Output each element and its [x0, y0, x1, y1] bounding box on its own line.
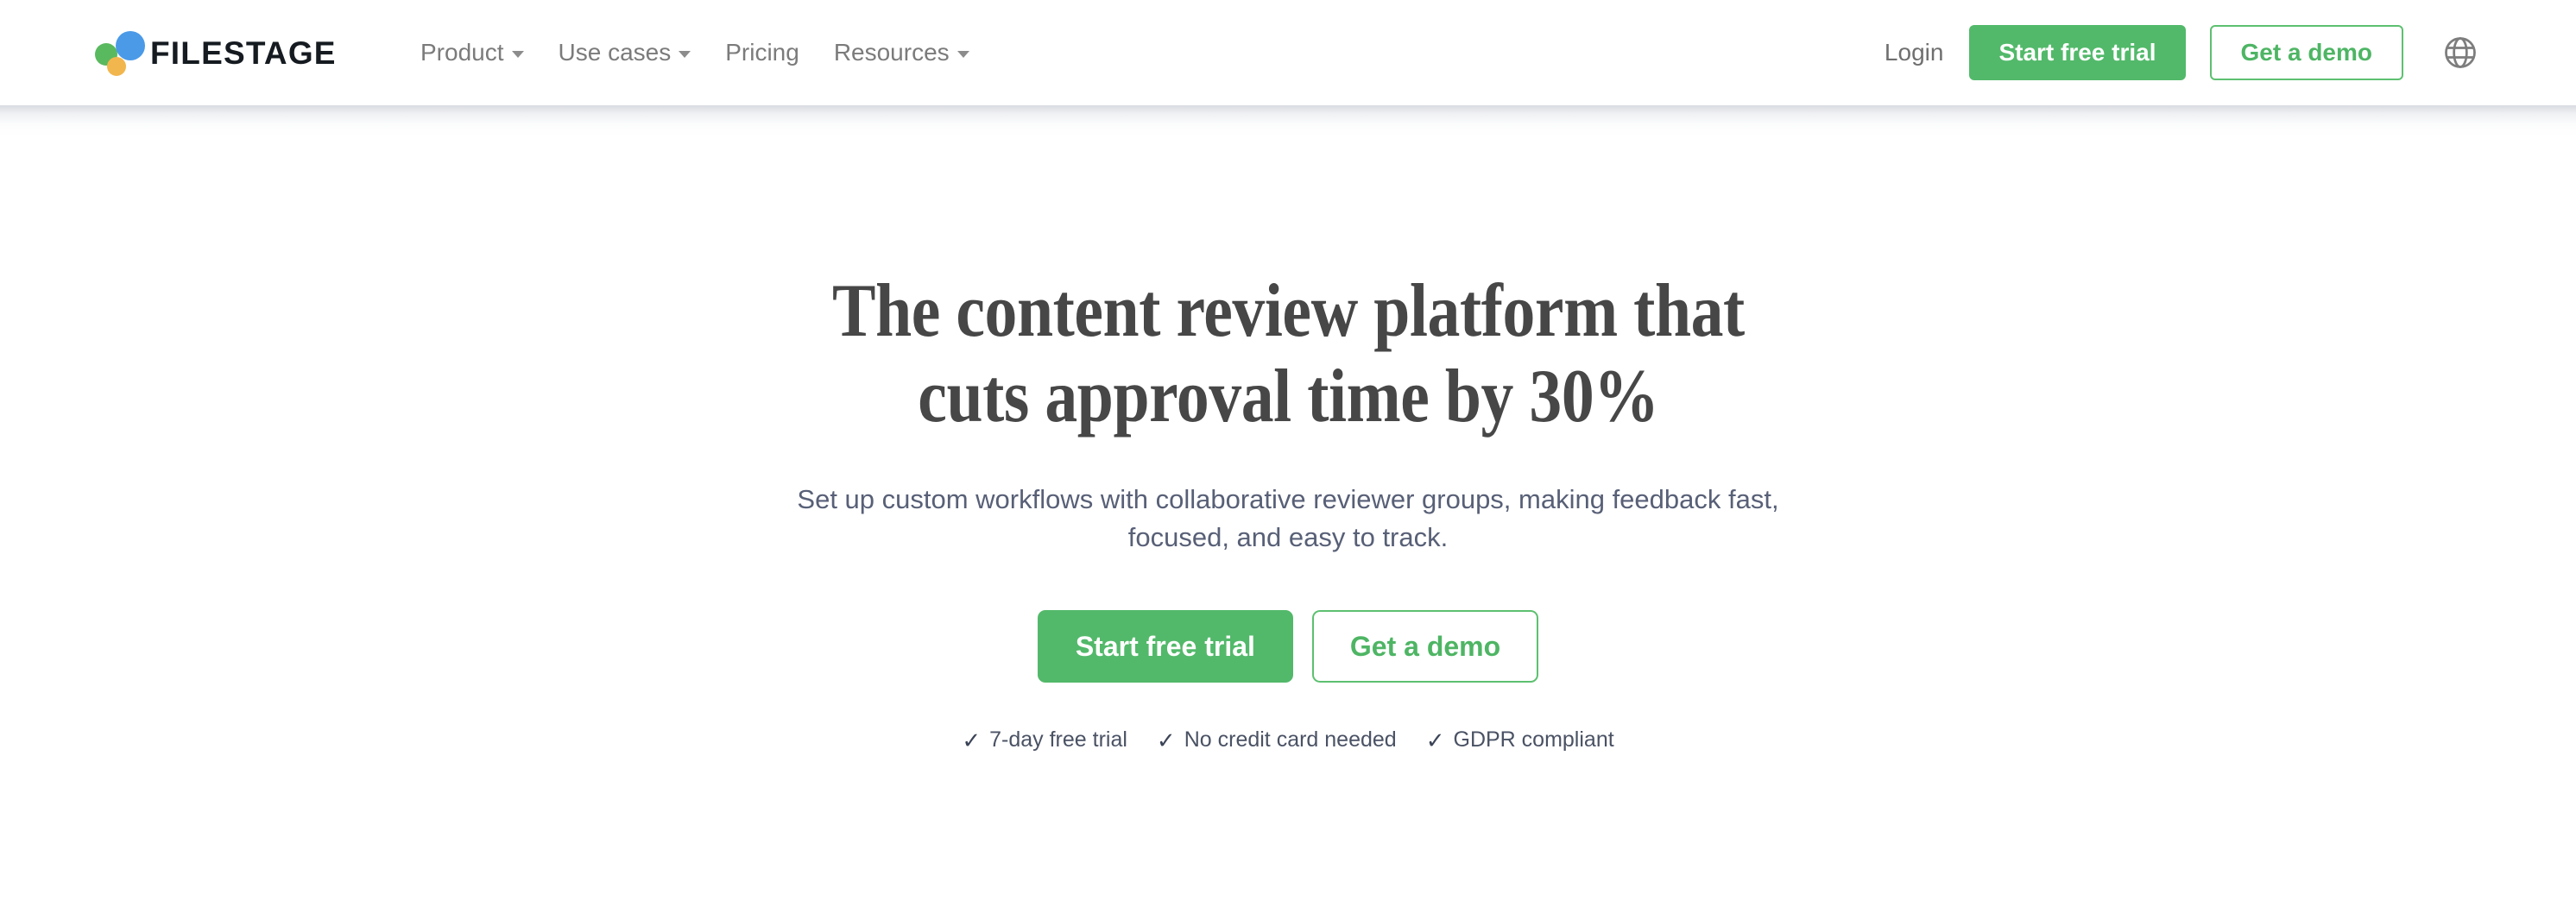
globe-icon[interactable]	[2438, 30, 2483, 75]
header-start-free-trial-button[interactable]: Start free trial	[1969, 25, 2186, 80]
filestage-logo-mark	[95, 29, 145, 76]
trust-badges-row: ✓ 7-day free trial ✓ No credit card need…	[962, 727, 1613, 752]
trust-badge-label: 7-day free trial	[989, 727, 1127, 752]
hero-cta-group: Start free trial Get a demo	[1037, 610, 1539, 683]
nav-item-pricing[interactable]: Pricing	[723, 35, 801, 70]
nav-label-use-cases: Use cases	[558, 39, 672, 66]
chevron-down-icon	[679, 51, 691, 58]
hero-section: The content review platform that cuts ap…	[0, 105, 2576, 913]
nav-item-resources[interactable]: Resources	[832, 35, 971, 70]
blue-dot-icon	[116, 31, 145, 60]
nav-item-use-cases[interactable]: Use cases	[557, 35, 693, 70]
nav-item-product[interactable]: Product	[419, 35, 526, 70]
hero-title-line-2: cuts approval time by 30%	[917, 354, 1659, 438]
trust-badge-label: No credit card needed	[1184, 727, 1397, 752]
trust-badge-gdpr: ✓ GDPR compliant	[1426, 727, 1614, 752]
trust-badge-free-trial: ✓ 7-day free trial	[962, 727, 1127, 752]
trust-badge-label: GDPR compliant	[1453, 727, 1614, 752]
main-navigation: Product Use cases Pricing Resources	[419, 35, 971, 70]
nav-label-resources: Resources	[833, 39, 950, 66]
hero-title-line-1: The content review platform that	[831, 269, 1745, 353]
brand-wordmark: FILESTAGE	[150, 35, 337, 71]
trust-badge-no-credit-card: ✓ No credit card needed	[1157, 727, 1397, 752]
chevron-down-icon	[511, 51, 524, 58]
check-icon: ✓	[1425, 727, 1445, 753]
check-icon: ✓	[962, 727, 982, 753]
login-link[interactable]: Login	[1885, 39, 1944, 66]
hero-start-free-trial-button[interactable]: Start free trial	[1037, 610, 1293, 683]
hero-subtitle: Set up custom workflows with collaborati…	[797, 484, 1779, 553]
nav-label-pricing: Pricing	[725, 39, 799, 66]
chevron-down-icon	[957, 51, 969, 58]
nav-label-product: Product	[420, 39, 504, 66]
header-actions: Login Start free trial Get a demo	[1885, 25, 2483, 80]
hero-get-a-demo-button[interactable]: Get a demo	[1311, 610, 1539, 683]
site-header: FILESTAGE Product Use cases Pricing Reso…	[0, 0, 2576, 105]
yellow-dot-icon	[107, 57, 126, 76]
header-get-a-demo-button[interactable]: Get a demo	[2209, 25, 2403, 80]
landing-page: FILESTAGE Product Use cases Pricing Reso…	[0, 0, 2576, 913]
page-title: The content review platform that cuts ap…	[832, 269, 1745, 439]
logo-home-link[interactable]: FILESTAGE	[95, 29, 337, 76]
check-icon: ✓	[1156, 727, 1176, 753]
